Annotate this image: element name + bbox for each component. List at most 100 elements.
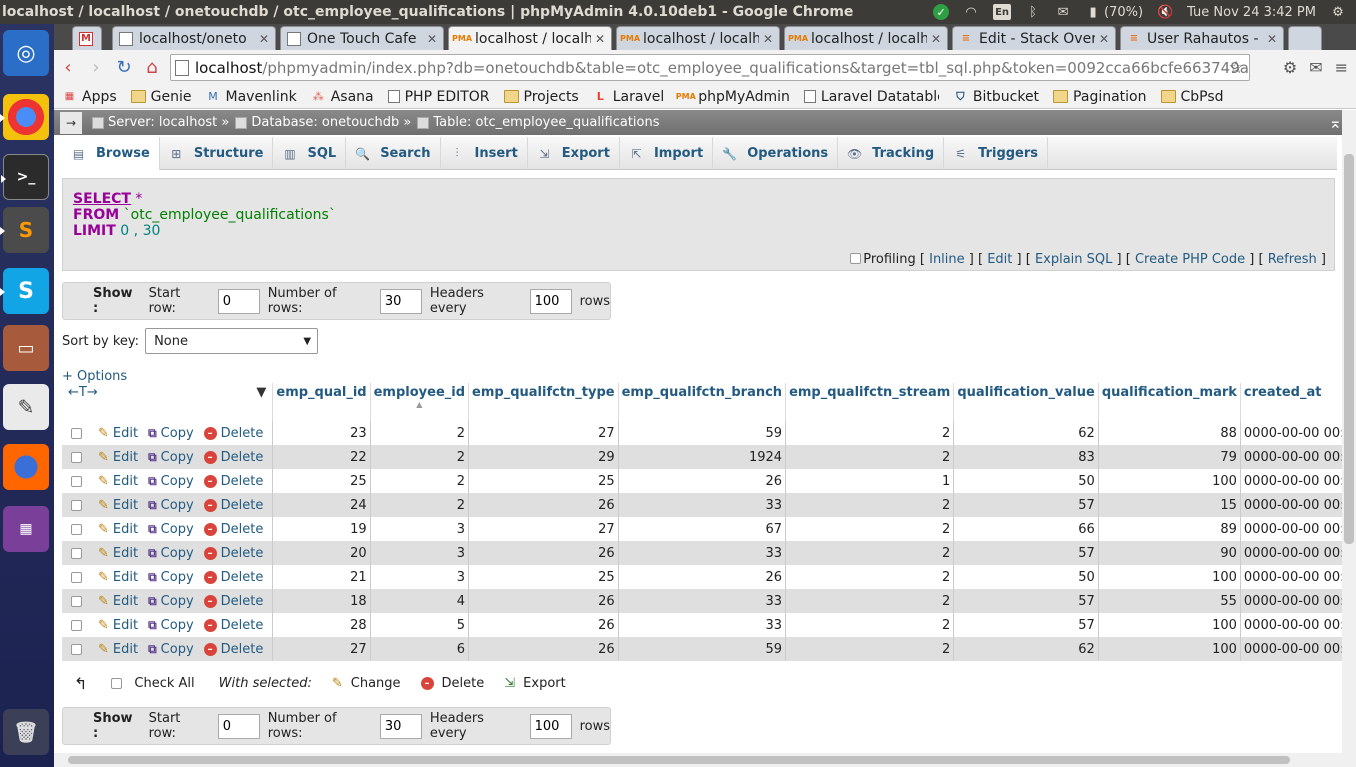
table-cell-qualification-mark[interactable]: 79 [1098,445,1241,469]
row-checkbox[interactable] [71,499,82,511]
address-bar[interactable]: localhost /phpmyadmin/index.php?db=oneto… [170,54,1250,81]
row-delete-link[interactable]: Delete [221,546,264,561]
column-header-qualification-mark[interactable]: qualification_mark [1098,383,1241,421]
reload-icon[interactable]: ↻ [110,54,138,82]
workspace-switcher-icon[interactable]: ▦ [3,506,49,552]
table-cell-employee-id[interactable]: 2 [370,445,470,469]
tab-close-icon[interactable]: ✕ [763,32,773,46]
tab-one-touch-cafe[interactable]: One Touch Cafe ✕ [280,26,444,50]
table-cell-emp-qualifctn-branch[interactable]: 33 [618,493,787,517]
table-cell-emp-qualifctn-type[interactable]: 26 [468,493,619,517]
tab-close-icon[interactable]: ✕ [931,32,941,46]
table-cell-emp-qual-id[interactable]: 19 [272,517,371,541]
bookmark-asana[interactable]: ⁂ Asana [311,89,374,105]
back-arrow-icon[interactable]: ‹ [54,54,82,82]
check-all-label[interactable]: Check All [134,676,194,691]
horizontal-scrollbar-thumb[interactable] [68,756,1290,764]
table-cell-employee-id[interactable]: 3 [370,565,470,589]
table-cell-created-at[interactable]: 0000-00-00 00:00:00 [1240,421,1356,445]
row-checkbox[interactable] [71,427,82,439]
row-copy-link[interactable]: Copy [161,594,194,609]
table-cell-emp-qualifctn-type[interactable]: 27 [468,517,619,541]
table-cell-qualification-value[interactable]: 50 [953,565,1099,589]
tab-stackoverflow-user[interactable]: ≡ User Rahautos - S ✕ [1120,26,1284,50]
table-cell-qualification-mark[interactable]: 100 [1098,565,1241,589]
start-row-input[interactable] [217,288,260,314]
bookmark-php-editor[interactable]: PHP EDITOR [387,89,490,105]
table-cell-emp-qual-id[interactable]: 27 [272,637,371,661]
table-cell-qualification-mark[interactable]: 90 [1098,541,1241,565]
trash-icon[interactable]: 🗑 [3,709,49,755]
clock[interactable]: Tue Nov 24 3:42 PM [1187,5,1316,20]
table-cell-emp-qual-id[interactable]: 24 [272,493,371,517]
table-cell-qualification-value[interactable]: 57 [953,493,1099,517]
row-delete-link[interactable]: Delete [221,474,264,489]
tab-export[interactable]: ⇲ Export [528,137,620,170]
tab-sql[interactable]: ▥ SQL [273,137,347,170]
row-checkbox[interactable] [71,475,82,487]
table-cell-emp-qualifctn-stream[interactable]: 2 [785,445,955,469]
table-cell-emp-qual-id[interactable]: 20 [272,541,371,565]
table-row[interactable]: ✎ Edit ⧉ Copy – Delete 20 3 26 33 2 57 90 0000-00-00 … [62,541,1356,565]
table-cell-emp-qual-id[interactable]: 25 [272,469,371,493]
extension-icon[interactable]: ⚙ [1283,58,1297,77]
change-selected-button[interactable]: ✎ Change [332,676,401,691]
refresh-link[interactable]: Refresh [1268,252,1317,267]
table-cell-qualification-mark[interactable]: 100 [1098,613,1241,637]
new-tab-button[interactable] [1288,26,1322,50]
table-cell-employee-id[interactable]: 6 [370,637,470,661]
table-cell-emp-qual-id[interactable]: 18 [272,589,371,613]
tab-close-icon[interactable]: ✕ [259,32,269,46]
table-cell-employee-id[interactable]: 3 [370,541,470,565]
table-cell-emp-qualifctn-stream[interactable]: 2 [785,421,955,445]
table-cell-emp-qualifctn-stream[interactable]: 2 [785,565,955,589]
tab-operations[interactable]: 🔧 Operations [713,137,839,170]
row-edit-link[interactable]: Edit [113,474,138,489]
row-edit-link[interactable]: Edit [113,570,138,585]
table-row[interactable]: ✎ Edit ⧉ Copy – Delete 25 2 25 26 1 50 100 0000-00-00… [62,469,1356,493]
table-cell-emp-qualifctn-branch[interactable]: 33 [618,589,787,613]
row-checkbox[interactable] [71,451,82,463]
text-editor-icon[interactable]: ✎ [3,384,49,430]
row-edit-link[interactable]: Edit [113,498,138,513]
row-checkbox[interactable] [71,595,82,607]
headers-every-input[interactable] [529,288,572,314]
row-checkbox[interactable] [71,571,82,583]
table-cell-created-at[interactable]: 0000-00-00 00:00:00 [1240,493,1356,517]
column-arrows-icon[interactable]: ←T→ [68,385,98,400]
table-cell-created-at[interactable]: 0000-00-00 00:00:00 [1240,469,1356,493]
table-cell-qualification-value[interactable]: 62 [953,421,1099,445]
row-copy-link[interactable]: Copy [161,618,194,633]
table-cell-emp-qual-id[interactable]: 21 [272,565,371,589]
row-delete-link[interactable]: Delete [221,450,264,465]
file-manager-icon[interactable]: ▭ [3,325,49,371]
table-row[interactable]: ✎ Edit ⧉ Copy – Delete 22 2 29 1924 2 83 79 0000-00-0… [62,445,1356,469]
mail-icon[interactable]: ✉ [1055,4,1071,20]
tab-close-icon[interactable]: ✕ [1099,32,1109,46]
export-selected-button[interactable]: ⇲ Export [504,676,565,691]
bookmark-laravel-datatable[interactable]: Laravel Datatable [803,89,939,105]
options-toggle[interactable]: + Options [62,369,127,384]
table-cell-created-at[interactable]: 0000-00-00 00:00:00 [1240,565,1356,589]
home-icon[interactable]: ⌂ [138,54,166,82]
tab-phpmyadmin-2[interactable]: PMA localhost / localh ✕ [616,26,780,50]
wifi-icon[interactable]: ◠ [963,4,979,20]
table-cell-created-at[interactable]: 0000-00-00 00:00:00 [1240,613,1356,637]
sql-select-keyword[interactable]: SELECT [73,191,131,207]
column-header-emp-qualifctn-branch[interactable]: emp_qualifctn_branch [618,383,787,421]
table-cell-emp-qualifctn-branch[interactable]: 59 [618,637,787,661]
tab-phpmyadmin-active[interactable]: PMA localhost / localh ✕ [448,26,612,50]
headers-every-input[interactable] [529,713,572,739]
tab-tracking[interactable]: 👁 Tracking [838,137,945,170]
firefox-icon[interactable] [3,444,49,490]
table-cell-created-at[interactable]: 0000-00-00 00:00:00 [1240,541,1356,565]
table-cell-emp-qualifctn-branch[interactable]: 33 [618,613,787,637]
breadcrumb-server[interactable]: Server: localhost » [92,115,229,130]
table-cell-emp-qualifctn-branch[interactable]: 1924 [618,445,787,469]
row-delete-link[interactable]: Delete [221,522,264,537]
table-cell-created-at[interactable]: 0000-00-00 00:00:00 [1240,445,1356,469]
table-cell-qualification-value[interactable]: 50 [953,469,1099,493]
tab-localhost-onetouch[interactable]: localhost/oneto ✕ [112,26,276,50]
table-cell-qualification-mark[interactable]: 100 [1098,637,1241,661]
inline-link[interactable]: Inline [929,252,965,267]
